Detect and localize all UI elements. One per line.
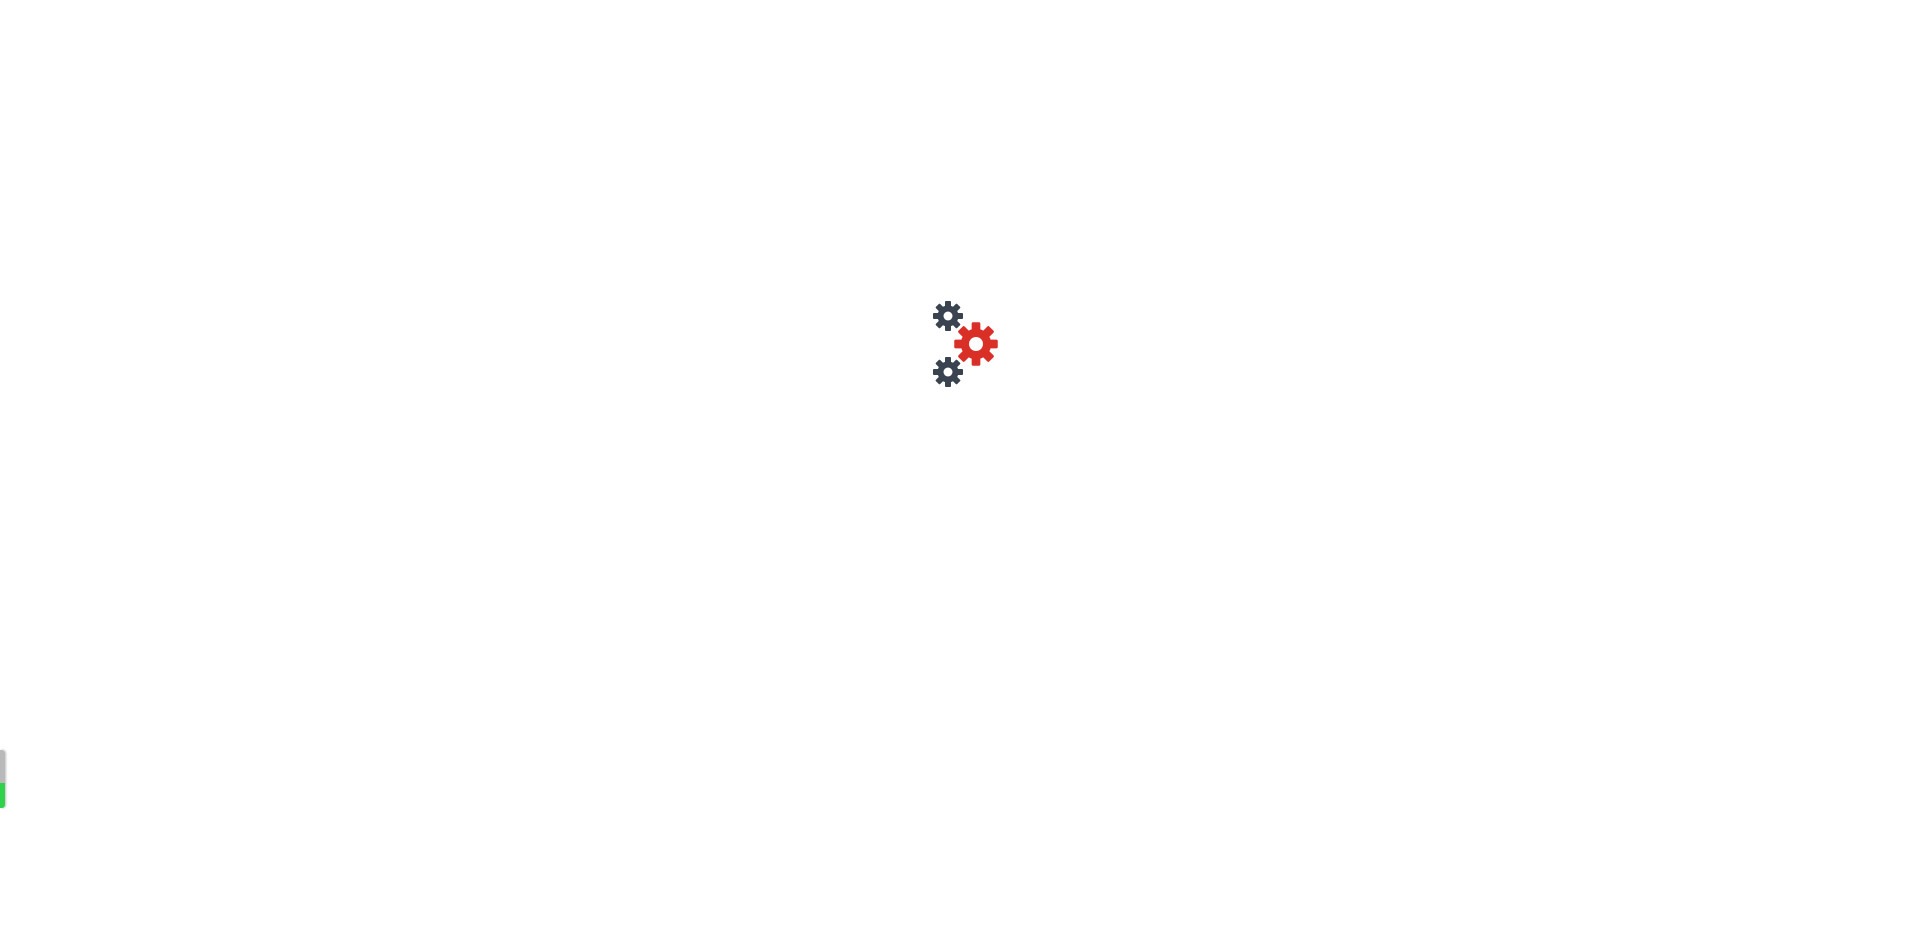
gear-icon bbox=[954, 322, 998, 366]
loading-page bbox=[0, 0, 1914, 936]
side-tab-top bbox=[0, 750, 5, 783]
side-tab-handle[interactable] bbox=[0, 750, 5, 808]
loading-gears bbox=[928, 298, 998, 390]
gear-icon bbox=[933, 357, 963, 387]
side-tab-bottom bbox=[0, 783, 5, 808]
gear-icon bbox=[933, 301, 963, 331]
